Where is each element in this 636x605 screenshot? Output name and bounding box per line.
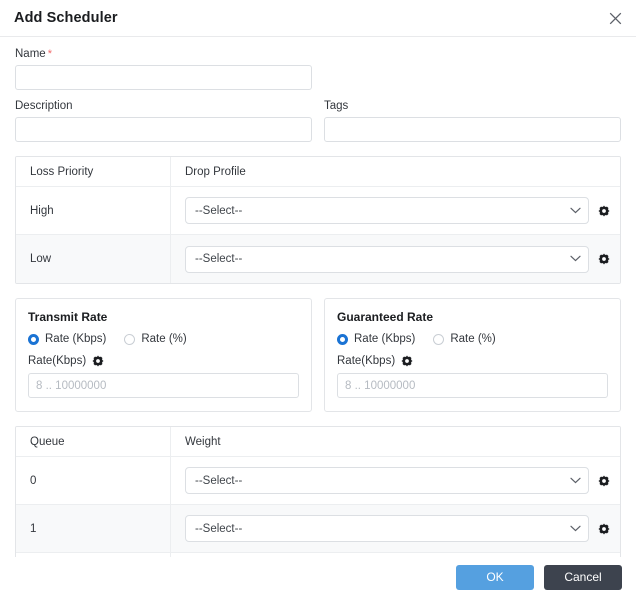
radio-unselected-icon	[124, 333, 136, 345]
drop-profile-select-high[interactable]: --Select--	[185, 197, 589, 224]
queue-value: 0	[16, 457, 171, 504]
guaranteed-rate-panel: Guaranteed Rate Rate (Kbps) Rate (%) Rat…	[324, 298, 621, 412]
transmit-rate-panel: Transmit Rate Rate (Kbps) Rate (%) Rate(…	[15, 298, 312, 412]
transmit-rate-input[interactable]	[28, 373, 299, 398]
tags-field-group: Tags	[324, 90, 621, 142]
queue-weight-table: Queue Weight 0 --Select-- 1 --Select--	[15, 426, 621, 557]
cancel-button[interactable]: Cancel	[544, 564, 622, 590]
table-row: 0 --Select--	[16, 457, 620, 505]
page-title: Add Scheduler	[14, 10, 118, 26]
transmit-rate-title: Transmit Rate	[28, 310, 108, 324]
guaranteed-rate-input[interactable]	[337, 373, 608, 398]
drop-profile-select-wrap: --Select--	[185, 197, 589, 224]
loss-priority-value: Low	[16, 235, 171, 283]
drop-profile-select-low[interactable]: --Select--	[185, 245, 589, 273]
weight-cell: --Select--	[171, 515, 620, 542]
guaranteed-rate-percent-radio[interactable]: Rate (%)	[433, 333, 496, 345]
drop-profile-select-wrap: --Select--	[185, 245, 589, 273]
description-input[interactable]	[15, 117, 312, 142]
table-row: High --Select--	[16, 187, 620, 235]
guaranteed-rate-kbps-label: Rate (Kbps)	[354, 333, 416, 345]
name-row-spacer	[324, 38, 621, 90]
column-header-queue: Queue	[16, 427, 171, 456]
guaranteed-rate-field-label: Rate(Kbps)	[337, 355, 396, 367]
table-header-row: Loss Priority Drop Profile	[16, 157, 620, 187]
weight-select-wrap: --Select--	[185, 467, 589, 494]
gear-icon[interactable]	[92, 355, 104, 367]
description-field-group: Description	[15, 90, 312, 142]
transmit-rate-percent-label: Rate (%)	[141, 333, 187, 345]
weight-select-wrap: --Select--	[185, 515, 589, 542]
tags-label: Tags	[324, 100, 349, 112]
name-field-group: Name *	[15, 38, 312, 90]
table-row: Low --Select--	[16, 235, 620, 283]
table-header-row: Queue Weight	[16, 427, 620, 457]
radio-selected-icon	[28, 333, 39, 345]
rate-panels: Transmit Rate Rate (Kbps) Rate (%) Rate(…	[0, 298, 636, 412]
transmit-rate-field-label-row: Rate(Kbps)	[28, 355, 299, 367]
dialog-footer: OK Cancel	[0, 557, 636, 605]
required-marker: *	[47, 48, 52, 60]
column-header-weight: Weight	[185, 435, 221, 448]
gear-icon[interactable]	[598, 204, 610, 217]
gear-icon[interactable]	[598, 253, 610, 265]
transmit-rate-kbps-label: Rate (Kbps)	[45, 333, 107, 345]
close-icon[interactable]	[604, 7, 626, 29]
transmit-rate-field-label: Rate(Kbps)	[28, 355, 87, 367]
column-header-drop-profile: Drop Profile	[185, 165, 246, 178]
description-tags-row: Description Tags	[0, 90, 636, 142]
dialog-body: Name * Description Tags Loss Priority Dro…	[0, 38, 636, 557]
name-input[interactable]	[15, 65, 312, 90]
gear-icon[interactable]	[598, 474, 610, 487]
name-label-text: Name	[15, 48, 46, 60]
loss-priority-table: Loss Priority Drop Profile High --Select…	[15, 156, 621, 284]
drop-profile-cell: --Select--	[171, 197, 620, 224]
add-scheduler-dialog: Add Scheduler Name * Description Tags Lo…	[0, 0, 636, 605]
name-label: Name *	[15, 48, 312, 60]
guaranteed-rate-radio-group: Rate (Kbps) Rate (%)	[337, 333, 608, 345]
weight-cell: --Select--	[171, 467, 620, 494]
guaranteed-rate-kbps-radio[interactable]: Rate (Kbps)	[337, 333, 415, 345]
guaranteed-rate-title: Guaranteed Rate	[337, 310, 434, 324]
guaranteed-rate-percent-label: Rate (%)	[450, 333, 496, 345]
radio-unselected-icon	[433, 333, 445, 345]
weight-select-queue-1[interactable]: --Select--	[185, 515, 589, 542]
transmit-rate-kbps-radio[interactable]: Rate (Kbps)	[28, 333, 106, 345]
drop-profile-cell: --Select--	[171, 245, 620, 273]
loss-priority-value: High	[16, 187, 171, 234]
column-header-loss-priority: Loss Priority	[16, 157, 171, 186]
transmit-rate-percent-radio[interactable]: Rate (%)	[124, 333, 187, 345]
guaranteed-rate-field-label-row: Rate(Kbps)	[337, 355, 608, 367]
tags-input[interactable]	[324, 117, 621, 142]
ok-button[interactable]: OK	[456, 564, 534, 590]
gear-icon[interactable]	[598, 522, 610, 535]
transmit-rate-radio-group: Rate (Kbps) Rate (%)	[28, 333, 299, 345]
gear-icon[interactable]	[401, 355, 413, 367]
name-row: Name *	[0, 38, 636, 90]
dialog-header: Add Scheduler	[0, 0, 636, 37]
table-row: 1 --Select--	[16, 505, 620, 553]
queue-value: 1	[16, 505, 171, 552]
weight-select-queue-0[interactable]: --Select--	[185, 467, 589, 494]
description-label: Description	[15, 100, 73, 112]
radio-selected-icon	[337, 333, 348, 345]
